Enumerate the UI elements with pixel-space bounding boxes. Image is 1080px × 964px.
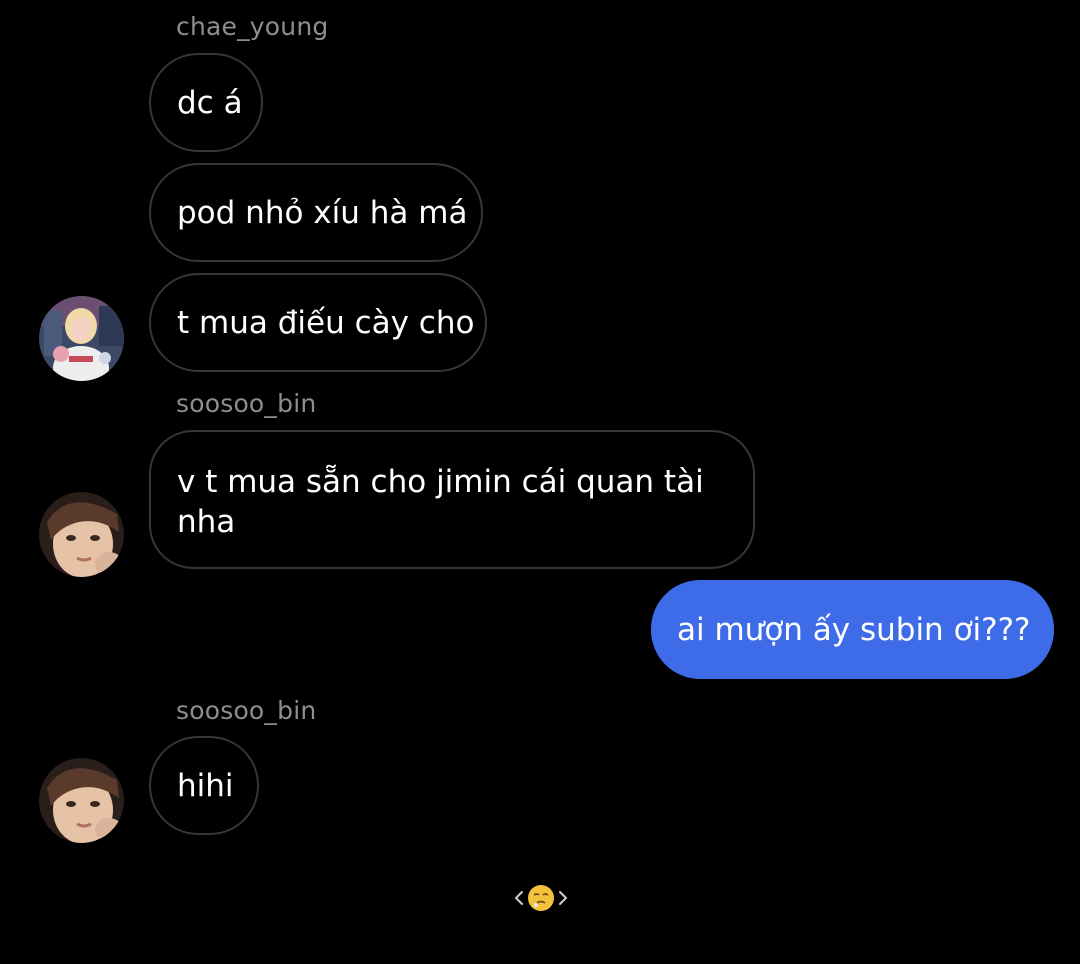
sender-name: soosoo_bin <box>176 696 317 725</box>
chevron-left-icon <box>514 891 523 905</box>
sender-name: chae_young <box>176 12 329 41</box>
incoming-message-bubble[interactable]: dc á <box>149 53 263 152</box>
avatar-photo-soosoo-bin <box>39 492 124 577</box>
chevron-right-icon <box>559 891 568 905</box>
avatar[interactable] <box>39 296 124 381</box>
reaction-picker-button[interactable] <box>512 880 570 916</box>
incoming-message-bubble[interactable]: t mua điếu cày cho <box>149 273 487 372</box>
avatar-photo-chae-young <box>39 296 124 381</box>
sender-name: soosoo_bin <box>176 389 317 418</box>
outgoing-message-bubble[interactable]: ai mượn ấy subin ơi??? <box>651 580 1054 679</box>
avatar[interactable] <box>39 758 124 843</box>
tired-face-emoji-icon <box>528 885 554 911</box>
incoming-message-bubble[interactable]: v t mua sẵn cho jimin cái quan tài nha <box>149 430 755 569</box>
incoming-message-bubble[interactable]: pod nhỏ xíu hà má <box>149 163 483 262</box>
avatar[interactable] <box>39 492 124 577</box>
incoming-message-bubble[interactable]: hihi <box>149 736 259 835</box>
avatar-photo-soosoo-bin <box>39 758 124 843</box>
